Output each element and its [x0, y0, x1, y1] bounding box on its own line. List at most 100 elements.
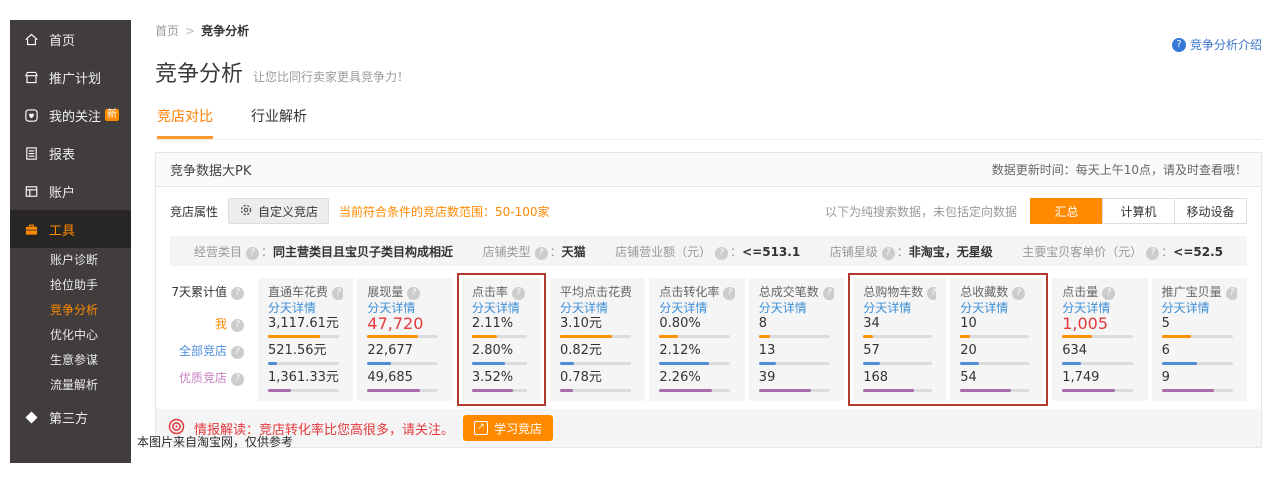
metric-value: 0.78元 [560, 370, 635, 385]
metric-value: 22,677 [367, 343, 442, 358]
info-icon[interactable]: ? [723, 287, 734, 300]
info-icon[interactable]: ? [407, 287, 420, 300]
info-icon[interactable]: ? [231, 319, 244, 332]
help-link[interactable]: ?竞争分析介绍 [1172, 36, 1262, 53]
info-icon[interactable]: ? [927, 287, 936, 300]
info-icon[interactable]: ? [1146, 247, 1159, 260]
metric-bar [1162, 362, 1233, 365]
metric-bar-fill [1062, 362, 1081, 365]
info-icon[interactable]: ? [1012, 287, 1025, 300]
info-icon[interactable]: ? [535, 247, 548, 260]
info-icon[interactable]: ? [231, 346, 244, 359]
sidebar-item-report[interactable]: 报表 [10, 134, 131, 172]
metric-bar-fill [472, 362, 505, 365]
gear-icon [239, 203, 253, 220]
daily-detail-link[interactable]: 分天详情 [659, 300, 734, 316]
metric-value: 3,117.61元 [268, 316, 343, 331]
metric-bar-fill [268, 362, 277, 365]
daily-detail-link[interactable]: 分天详情 [759, 300, 834, 316]
metric-value: 3.52% [472, 370, 531, 385]
row-header-label: 7天累计值 [171, 285, 227, 299]
info-icon[interactable]: ? [332, 287, 343, 300]
sidebar-subitem[interactable]: 流量解析 [10, 373, 131, 398]
tab-inactive[interactable]: 行业解析 [251, 106, 307, 139]
info-icon[interactable]: ? [1102, 287, 1115, 300]
row-label-text: 优质竞店 [179, 371, 227, 385]
daily-detail-link[interactable]: 分天详情 [472, 300, 531, 316]
metric-bar [472, 389, 528, 392]
info-icon[interactable]: ? [715, 247, 728, 260]
metric-bar [472, 362, 528, 365]
metric-bar [863, 362, 932, 365]
sidebar-item-label: 首页 [49, 30, 75, 49]
metric-bar-fill [960, 389, 1011, 392]
metric-bar-fill [863, 389, 914, 392]
question-icon: ? [1172, 38, 1186, 52]
daily-detail-link[interactable]: 分天详情 [863, 300, 936, 316]
sidebar-item-account[interactable]: 账户 [10, 172, 131, 210]
metric-cell: 6 [1162, 343, 1237, 370]
update-time-note: 数据更新时间：每天上午10点，请及时查看哦！ [992, 161, 1247, 178]
sidebar-item-home[interactable]: 首页 [10, 20, 131, 58]
metric-bar-fill [367, 335, 417, 338]
info-icon[interactable]: ? [882, 247, 895, 260]
metric-title-row: 总成交笔数? [759, 284, 834, 300]
metric-value: 20 [960, 343, 1033, 358]
metric-value: 34 [863, 316, 936, 331]
sidebar-subitem[interactable]: 竞争分析 [10, 298, 131, 323]
metric-bar-fill [863, 362, 880, 365]
device-tab[interactable]: 移动设备 [1174, 198, 1247, 224]
sidebar-subitem[interactable]: 账户诊断 [10, 248, 131, 273]
daily-detail-link[interactable]: 分天详情 [560, 300, 635, 316]
sidebar-subitem[interactable]: 生意参谋 [10, 348, 131, 373]
metrics-grid: 7天累计值?我?全部竞店?优质竞店?直通车花费?分天详情3,117.61元521… [170, 278, 1247, 401]
filter-label: 店铺营业额（元） [615, 245, 711, 259]
customize-competitors-button[interactable]: 自定义竞店 [228, 198, 329, 224]
metric-value: 47,720 [367, 316, 442, 331]
daily-detail-link[interactable]: 分天详情 [1162, 300, 1237, 316]
search-data-note: 以下为纯搜索数据，未包括定向数据 [825, 203, 1017, 220]
row-label: 全部竞店? [170, 343, 246, 370]
info-icon[interactable]: ? [823, 287, 834, 300]
sidebar-item-shop[interactable]: 推广计划 [10, 58, 131, 96]
sidebar-item-label: 推广计划 [49, 68, 101, 87]
metric-cell: 2.26% [659, 370, 734, 397]
info-icon[interactable]: ? [231, 373, 244, 386]
main-content: 首页>竞争分析 ?竞争分析介绍 竞争分析 让您比同行卖家更具竞争力！ 竞店对比行… [155, 22, 1262, 448]
info-icon[interactable]: ? [512, 287, 525, 300]
row-label: 我? [170, 316, 246, 343]
metric-value: 13 [759, 343, 834, 358]
learn-competitor-button[interactable]: ↗ 学习竞店 [463, 415, 553, 441]
daily-detail-link[interactable]: 分天详情 [960, 300, 1033, 316]
diamond-icon [23, 409, 39, 425]
metric-bar [960, 335, 1029, 338]
sidebar-item-toolbox[interactable]: 工具 [10, 210, 131, 248]
device-tab[interactable]: 计算机 [1102, 198, 1175, 224]
device-tab[interactable]: 汇总 [1030, 198, 1103, 224]
metric-value: 1,361.33元 [268, 370, 343, 385]
row-label: 优质竞店? [170, 370, 246, 397]
metric-title-row: 总购物车数? [863, 284, 936, 300]
metric-value: 57 [863, 343, 936, 358]
metric-bar [1062, 389, 1133, 392]
breadcrumb-separator: > [185, 24, 195, 38]
breadcrumb-home[interactable]: 首页 [155, 24, 179, 38]
sidebar-item-diamond[interactable]: 第三方 [10, 398, 131, 436]
metric-bar-fill [863, 335, 873, 338]
metric-title: 点击率 [472, 285, 508, 299]
metric-bar-fill [659, 335, 678, 338]
sidebar-item-heart[interactable]: 我的关注新 [10, 96, 131, 134]
metric-title: 平均点击花费 [560, 285, 632, 299]
daily-detail-link[interactable]: 分天详情 [268, 300, 343, 316]
sidebar-subitem[interactable]: 优化中心 [10, 323, 131, 348]
info-icon[interactable]: ? [246, 247, 259, 260]
metric-bar [1162, 335, 1233, 338]
metric-bar-fill [1062, 335, 1092, 338]
tab-active[interactable]: 竞店对比 [157, 106, 213, 139]
sidebar-subitem[interactable]: 抢位助手 [10, 273, 131, 298]
device-segmented-control: 汇总计算机移动设备 [1031, 198, 1247, 224]
info-icon[interactable]: ? [231, 287, 244, 300]
metric-bar-fill [759, 335, 770, 338]
metric-cell: 57 [863, 343, 936, 370]
info-icon[interactable]: ? [1226, 287, 1237, 300]
